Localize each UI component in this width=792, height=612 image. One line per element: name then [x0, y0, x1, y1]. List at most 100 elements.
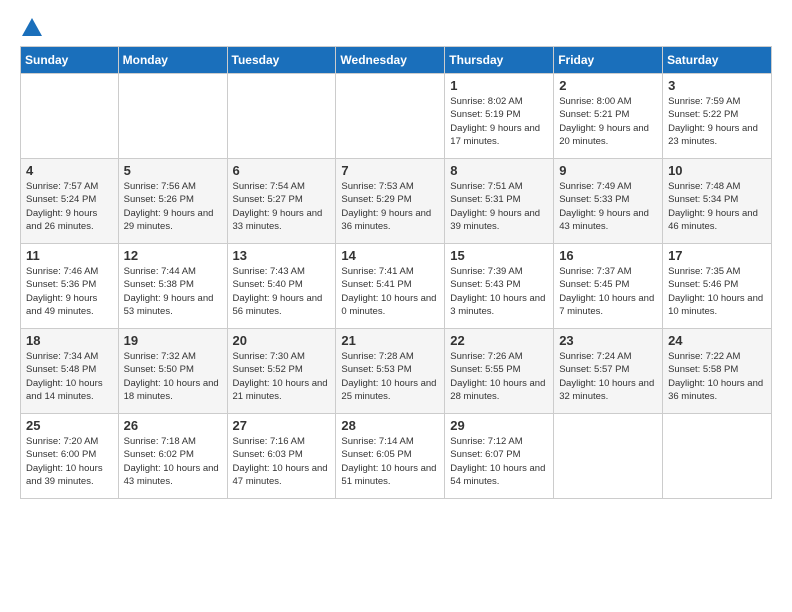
calendar-week-row: 1Sunrise: 8:02 AMSunset: 5:19 PMDaylight… [21, 74, 772, 159]
day-info: Sunrise: 7:56 AMSunset: 5:26 PMDaylight:… [124, 180, 222, 233]
calendar-cell: 27Sunrise: 7:16 AMSunset: 6:03 PMDayligh… [227, 414, 336, 499]
calendar-cell: 25 Sunrise: 7:20 AMSunset: 6:00 PMDayligh… [21, 414, 119, 499]
weekday-header-friday: Friday [554, 47, 663, 74]
calendar-cell: 8 Sunrise: 7:51 AMSunset: 5:31 PMDaylight… [445, 159, 554, 244]
day-number: 26 [124, 418, 222, 433]
calendar-cell [21, 74, 119, 159]
logo-triangle-icon [22, 18, 42, 36]
day-info: Sunrise: 7:20 AMSunset: 6:00 PMDaylight:… [26, 435, 113, 488]
calendar-cell [663, 414, 772, 499]
day-info: Sunrise: 7:28 AMSunset: 5:53 PMDaylight:… [341, 350, 439, 403]
day-number: 9 [559, 163, 657, 178]
weekday-header-wednesday: Wednesday [336, 47, 445, 74]
day-info: Sunrise: 7:39 AMSunset: 5:43 PMDaylight:… [450, 265, 548, 318]
day-info: Sunrise: 7:34 AMSunset: 5:48 PMDaylight:… [26, 350, 113, 403]
day-number: 20 [233, 333, 331, 348]
calendar-cell: 19 Sunrise: 7:32 AMSunset: 5:50 PMDayligh… [118, 329, 227, 414]
day-number: 27 [233, 418, 331, 433]
day-info: Sunrise: 7:32 AMSunset: 5:50 PMDaylight:… [124, 350, 222, 403]
day-number: 2 [559, 78, 657, 93]
calendar-cell: 10 Sunrise: 7:48 AMSunset: 5:34 PMDayligh… [663, 159, 772, 244]
day-info: Sunrise: 7:54 AMSunset: 5:27 PMDaylight:… [233, 180, 331, 233]
calendar-cell: 20 Sunrise: 7:30 AMSunset: 5:52 PMDayligh… [227, 329, 336, 414]
calendar-cell: 21 Sunrise: 7:28 AMSunset: 5:53 PMDayligh… [336, 329, 445, 414]
day-info: Sunrise: 7:12 AMSunset: 6:07 PMDaylight:… [450, 435, 548, 488]
calendar-cell: 14 Sunrise: 7:41 AMSunset: 5:41 PMDayligh… [336, 244, 445, 329]
calendar-cell: 6 Sunrise: 7:54 AMSunset: 5:27 PMDaylight… [227, 159, 336, 244]
calendar-cell: 9 Sunrise: 7:49 AMSunset: 5:33 PMDaylight… [554, 159, 663, 244]
calendar-cell: 4 Sunrise: 7:57 AMSunset: 5:24 PMDaylight… [21, 159, 119, 244]
day-info: Sunrise: 7:14 AMSunset: 6:05 PMDaylight:… [341, 435, 439, 488]
calendar-table: SundayMondayTuesdayWednesdayThursdayFrid… [20, 46, 772, 499]
day-number: 6 [233, 163, 331, 178]
weekday-header-row: SundayMondayTuesdayWednesdayThursdayFrid… [21, 47, 772, 74]
calendar-week-row: 4 Sunrise: 7:57 AMSunset: 5:24 PMDaylight… [21, 159, 772, 244]
weekday-header-tuesday: Tuesday [227, 47, 336, 74]
calendar-cell: 12 Sunrise: 7:44 AMSunset: 5:38 PMDayligh… [118, 244, 227, 329]
day-number: 29 [450, 418, 548, 433]
day-info: Sunrise: 7:53 AMSunset: 5:29 PMDaylight:… [341, 180, 439, 233]
calendar-cell [227, 74, 336, 159]
day-info: Sunrise: 7:48 AMSunset: 5:34 PMDaylight:… [668, 180, 766, 233]
calendar-cell: 2 Sunrise: 8:00 AMSunset: 5:21 PMDaylight… [554, 74, 663, 159]
day-number: 15 [450, 248, 548, 263]
calendar-cell: 11 Sunrise: 7:46 AMSunset: 5:36 PMDayligh… [21, 244, 119, 329]
day-info: Sunrise: 7:59 AMSunset: 5:22 PMDaylight:… [668, 95, 766, 148]
day-info: Sunrise: 7:35 AMSunset: 5:46 PMDaylight:… [668, 265, 766, 318]
day-number: 11 [26, 248, 113, 263]
day-info: Sunrise: 7:37 AMSunset: 5:45 PMDaylight:… [559, 265, 657, 318]
calendar-week-row: 18 Sunrise: 7:34 AMSunset: 5:48 PMDayligh… [21, 329, 772, 414]
day-number: 23 [559, 333, 657, 348]
day-info: Sunrise: 7:44 AMSunset: 5:38 PMDaylight:… [124, 265, 222, 318]
day-info: Sunrise: 8:02 AMSunset: 5:19 PMDaylight:… [450, 95, 548, 148]
day-number: 13 [233, 248, 331, 263]
day-info: Sunrise: 7:30 AMSunset: 5:52 PMDaylight:… [233, 350, 331, 403]
calendar-cell [554, 414, 663, 499]
calendar-cell: 17 Sunrise: 7:35 AMSunset: 5:46 PMDayligh… [663, 244, 772, 329]
day-number: 21 [341, 333, 439, 348]
logo [20, 20, 42, 36]
calendar-cell [118, 74, 227, 159]
day-number: 17 [668, 248, 766, 263]
weekday-header-thursday: Thursday [445, 47, 554, 74]
calendar-cell: 26 Sunrise: 7:18 AMSunset: 6:02 PMDayligh… [118, 414, 227, 499]
day-number: 24 [668, 333, 766, 348]
day-number: 28 [341, 418, 439, 433]
calendar-cell: 7Sunrise: 7:53 AMSunset: 5:29 PMDaylight… [336, 159, 445, 244]
page-header [20, 20, 772, 36]
day-number: 22 [450, 333, 548, 348]
day-number: 25 [26, 418, 113, 433]
calendar-cell: 13 Sunrise: 7:43 AMSunset: 5:40 PMDayligh… [227, 244, 336, 329]
calendar-cell: 3Sunrise: 7:59 AMSunset: 5:22 PMDaylight… [663, 74, 772, 159]
day-info: Sunrise: 7:22 AMSunset: 5:58 PMDaylight:… [668, 350, 766, 403]
day-info: Sunrise: 7:43 AMSunset: 5:40 PMDaylight:… [233, 265, 331, 318]
calendar-cell: 28 Sunrise: 7:14 AMSunset: 6:05 PMDayligh… [336, 414, 445, 499]
day-number: 12 [124, 248, 222, 263]
day-number: 18 [26, 333, 113, 348]
day-number: 10 [668, 163, 766, 178]
calendar-cell: 22 Sunrise: 7:26 AMSunset: 5:55 PMDayligh… [445, 329, 554, 414]
day-number: 5 [124, 163, 222, 178]
calendar-cell: 29 Sunrise: 7:12 AMSunset: 6:07 PMDayligh… [445, 414, 554, 499]
calendar-cell: 1Sunrise: 8:02 AMSunset: 5:19 PMDaylight… [445, 74, 554, 159]
calendar-cell: 5 Sunrise: 7:56 AMSunset: 5:26 PMDaylight… [118, 159, 227, 244]
day-number: 16 [559, 248, 657, 263]
day-info: Sunrise: 7:24 AMSunset: 5:57 PMDaylight:… [559, 350, 657, 403]
day-info: Sunrise: 7:41 AMSunset: 5:41 PMDaylight:… [341, 265, 439, 318]
day-number: 19 [124, 333, 222, 348]
day-info: Sunrise: 7:18 AMSunset: 6:02 PMDaylight:… [124, 435, 222, 488]
day-info: Sunrise: 7:57 AMSunset: 5:24 PMDaylight:… [26, 180, 113, 233]
calendar-cell: 24 Sunrise: 7:22 AMSunset: 5:58 PMDayligh… [663, 329, 772, 414]
day-info: Sunrise: 8:00 AMSunset: 5:21 PMDaylight:… [559, 95, 657, 148]
weekday-header-sunday: Sunday [21, 47, 119, 74]
day-info: Sunrise: 7:51 AMSunset: 5:31 PMDaylight:… [450, 180, 548, 233]
day-info: Sunrise: 7:26 AMSunset: 5:55 PMDaylight:… [450, 350, 548, 403]
weekday-header-saturday: Saturday [663, 47, 772, 74]
calendar-cell [336, 74, 445, 159]
day-info: Sunrise: 7:49 AMSunset: 5:33 PMDaylight:… [559, 180, 657, 233]
calendar-cell: 18 Sunrise: 7:34 AMSunset: 5:48 PMDayligh… [21, 329, 119, 414]
day-number: 4 [26, 163, 113, 178]
day-info: Sunrise: 7:46 AMSunset: 5:36 PMDaylight:… [26, 265, 113, 318]
day-number: 8 [450, 163, 548, 178]
day-number: 14 [341, 248, 439, 263]
